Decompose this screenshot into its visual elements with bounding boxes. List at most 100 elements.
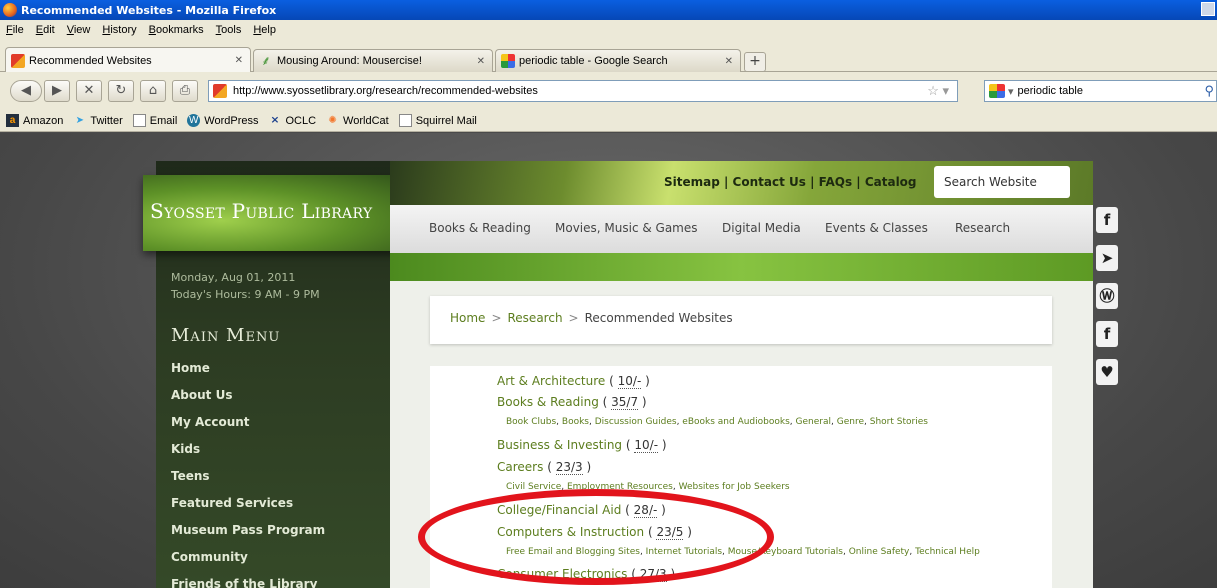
bookmark-wordpress[interactable]: W WordPress [187, 114, 258, 127]
category-count: ( 10/- ) [609, 374, 650, 389]
tab-recommended-websites[interactable]: Recommended Websites ✕ [5, 47, 251, 73]
heart-icon[interactable]: ♥ [1096, 359, 1118, 385]
sidebar-item-home[interactable]: Home [171, 361, 210, 375]
sub-link[interactable]: Genre [837, 417, 864, 427]
breadcrumb-research[interactable]: Research [508, 311, 563, 325]
sub-link[interactable]: Websites for Job Seekers [679, 482, 790, 492]
bookmark-email[interactable]: Email [132, 114, 177, 127]
category-name[interactable]: Art & Architecture [497, 374, 605, 388]
tab-label: Recommended Websites [29, 54, 152, 67]
foursquare-icon[interactable]: f [1096, 321, 1118, 347]
site-search-input[interactable]: Search Website [934, 166, 1070, 198]
search-value: periodic table [1017, 85, 1083, 97]
print-button[interactable]: ⎙ [172, 80, 198, 102]
reload-button[interactable]: ↻ [108, 80, 134, 102]
search-icon[interactable]: ⚲ [1204, 83, 1214, 99]
menu-tools[interactable]: Tools [216, 24, 242, 36]
category-careers[interactable]: Careers ( 23/3 ) [497, 460, 591, 475]
twitter-icon[interactable]: ➤ [1096, 245, 1118, 271]
window-titlebar: Recommended Websites - Mozilla Firefox [0, 0, 1217, 20]
menu-bar: File Edit View History Bookmarks Tools H… [0, 20, 1217, 40]
sub-link[interactable]: Short Stories [870, 417, 928, 427]
sidebar-item-community[interactable]: Community [171, 550, 248, 564]
home-button[interactable]: ⌂ [140, 80, 166, 102]
sub-link[interactable]: Books [562, 417, 589, 427]
sidebar-item-friends[interactable]: Friends of the Library [171, 577, 317, 588]
google-engine-icon[interactable] [989, 84, 1005, 98]
sub-link[interactable]: General [796, 417, 831, 427]
tab-google-search[interactable]: periodic table - Google Search ✕ [495, 49, 741, 72]
sub-link[interactable]: eBooks and Audiobooks [682, 417, 790, 427]
category-books-reading[interactable]: Books & Reading ( 35/7 ) [497, 395, 647, 410]
red-highlight-ellipse [418, 489, 774, 585]
green-divider [390, 253, 1093, 281]
nav-books-reading[interactable]: Books & Reading [429, 221, 531, 235]
bookmark-worldcat[interactable]: ✺ WorldCat [326, 114, 388, 127]
header-links[interactable]: Sitemap | Contact Us | FAQs | Catalog [664, 175, 917, 189]
breadcrumb-home[interactable]: Home [450, 311, 485, 325]
browser-search-field[interactable]: ▾ periodic table ⚲ [984, 80, 1217, 102]
tab-mousing-around[interactable]: ⸙ Mousing Around: Mousercise! ✕ [253, 49, 493, 72]
bookmark-oclc[interactable]: ⨯ OCLC [268, 114, 316, 127]
menu-file[interactable]: File [6, 24, 24, 36]
facebook-icon[interactable]: f [1096, 207, 1118, 233]
back-button[interactable]: ◀ [10, 80, 42, 102]
menu-view[interactable]: View [67, 24, 91, 36]
navigation-toolbar: ◀ ▶ ✕ ↻ ⌂ ⎙ http://www.syossetlibrary.or… [0, 72, 1217, 110]
sub-link[interactable]: Technical Help [915, 547, 980, 557]
amazon-icon: a [6, 114, 19, 127]
category-business-investing[interactable]: Business & Investing ( 10/- ) [497, 438, 667, 453]
page-viewport[interactable]: Syosset Public Library Monday, Aug 01, 2… [0, 133, 1217, 588]
category-art-architecture[interactable]: Art & Architecture ( 10/- ) [497, 374, 650, 389]
new-tab-button[interactable]: + [744, 52, 766, 72]
tab-label: Mousing Around: Mousercise! [277, 55, 422, 67]
category-count: ( 35/7 ) [602, 395, 647, 410]
sidebar-item-teens[interactable]: Teens [171, 469, 210, 483]
bookmark-squirrel-mail[interactable]: Squirrel Mail [398, 114, 477, 127]
library-hours: Today's Hours: 9 AM - 9 PM [171, 288, 320, 301]
nav-research[interactable]: Research [955, 221, 1010, 235]
sidebar-item-museum-pass[interactable]: Museum Pass Program [171, 523, 325, 537]
sub-link[interactable]: Book Clubs [506, 417, 556, 427]
stop-button[interactable]: ✕ [76, 80, 102, 102]
page-icon [398, 114, 412, 127]
sidebar-item-featured-services[interactable]: Featured Services [171, 496, 293, 510]
sub-link[interactable]: Discussion Guides [595, 417, 677, 427]
firefox-logo-icon [3, 3, 17, 17]
menu-help[interactable]: Help [253, 24, 276, 36]
window-control-button[interactable] [1201, 2, 1215, 16]
tab-bar: Recommended Websites ✕ ⸙ Mousing Around:… [0, 40, 1217, 73]
tab-close-icon[interactable]: ✕ [235, 55, 243, 66]
bookmark-amazon[interactable]: a Amazon [6, 114, 63, 127]
nav-digital-media[interactable]: Digital Media [722, 221, 801, 235]
library-favicon-icon [213, 84, 227, 98]
menu-history[interactable]: History [102, 24, 136, 36]
breadcrumb: Home > Research > Recommended Websites [450, 311, 733, 325]
subcategories-books-reading: Book Clubs, Books, Discussion Guides, eB… [506, 417, 928, 427]
bookmark-twitter[interactable]: ➤ Twitter [73, 114, 123, 127]
breadcrumb-current: Recommended Websites [584, 311, 733, 325]
tab-close-icon[interactable]: ✕ [477, 56, 485, 67]
category-name[interactable]: Careers [497, 460, 543, 474]
wordpress-icon[interactable]: Ⓦ [1096, 283, 1118, 309]
sidebar-item-my-account[interactable]: My Account [171, 415, 250, 429]
nav-events-classes[interactable]: Events & Classes [825, 221, 928, 235]
bookmark-star-icon[interactable]: ☆ ▾ [927, 83, 949, 99]
sidebar-item-about-us[interactable]: About Us [171, 388, 232, 402]
sidebar-item-kids[interactable]: Kids [171, 442, 200, 456]
forward-button[interactable]: ▶ [44, 80, 70, 102]
window-title: Recommended Websites - Mozilla Firefox [21, 3, 277, 17]
twitter-bird-icon: ➤ [75, 115, 85, 126]
sub-link[interactable]: Online Safety [849, 547, 910, 557]
nav-movies-music-games[interactable]: Movies, Music & Games [555, 221, 698, 235]
menu-bookmarks[interactable]: Bookmarks [149, 24, 204, 36]
engine-dropdown-icon[interactable]: ▾ [1008, 85, 1014, 98]
tab-close-icon[interactable]: ✕ [725, 56, 733, 67]
category-name[interactable]: Business & Investing [497, 438, 622, 452]
menu-edit[interactable]: Edit [36, 24, 55, 36]
current-date: Monday, Aug 01, 2011 [171, 271, 296, 284]
url-bar[interactable]: http://www.syossetlibrary.org/research/r… [208, 80, 958, 102]
library-logo[interactable]: Syosset Public Library [150, 199, 372, 223]
category-name[interactable]: Books & Reading [497, 395, 599, 409]
breadcrumb-separator: > [568, 311, 579, 325]
